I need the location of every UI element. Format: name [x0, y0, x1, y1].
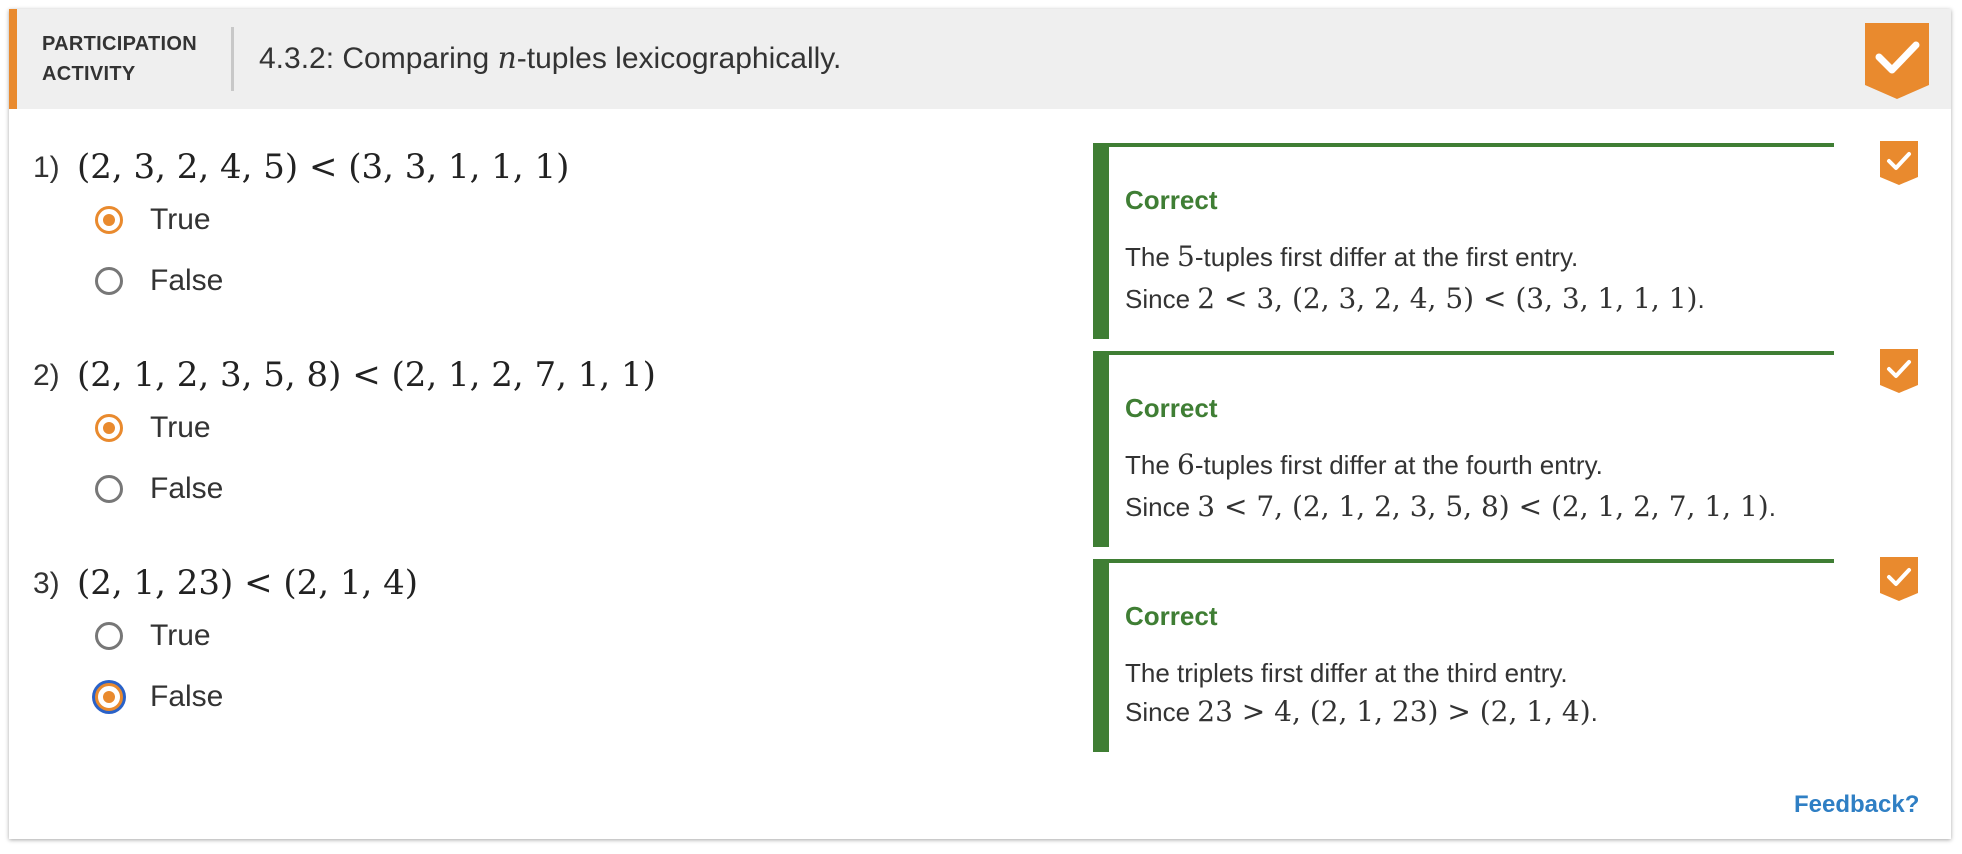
question-number: 1) [33, 151, 60, 184]
option-true[interactable]: True [95, 410, 211, 446]
math-part: 6 [1177, 448, 1195, 481]
text-part: Since [1125, 697, 1198, 727]
option-false[interactable]: False [95, 471, 223, 507]
text-part: The [1125, 450, 1178, 480]
activity-header: PARTICIPATION ACTIVITY 4.3.2: Comparing … [9, 9, 1951, 109]
radio-button[interactable] [95, 414, 123, 442]
question-expression: (2, 1, 2, 3, 5, 8) < (2, 1, 2, 7, 1, 1) [77, 355, 656, 395]
text-part: -tuples first differ at the fourth entry… [1194, 450, 1603, 480]
header-divider [231, 27, 234, 91]
feedback-panel: Correct The 6-tuples first differ at the… [1093, 351, 1834, 547]
activity-type-line1: PARTICIPATION [42, 33, 198, 55]
text-part: The [1125, 242, 1178, 272]
feedback-panel: Correct The 5-tuples first differ at the… [1093, 143, 1834, 339]
activity-title: 4.3.2: Comparing n-tuples lexicographica… [259, 41, 841, 76]
text-part: . [1590, 697, 1598, 727]
option-true[interactable]: True [95, 202, 211, 238]
feedback-panel: Correct The triplets first differ at the… [1093, 559, 1834, 752]
option-label: True [150, 203, 211, 236]
feedback-conclusion: Since 2 < 3, (2, 3, 2, 4, 5) < (3, 3, 1,… [1125, 282, 1705, 315]
radio-button[interactable] [95, 206, 123, 234]
option-label: False [150, 264, 224, 297]
text-part: Since [1125, 284, 1198, 314]
text-part: -tuples first differ at the first entry. [1194, 242, 1579, 272]
feedback-explanation: The 6-tuples first differ at the fourth … [1125, 448, 1603, 481]
text-part: . [1697, 284, 1705, 314]
correct-check-icon [1880, 141, 1918, 185]
option-label: False [150, 472, 224, 505]
text-part: The triplets first differ at the third e… [1125, 658, 1568, 688]
activity-type-label: PARTICIPATION ACTIVITY [42, 29, 197, 89]
feedback-conclusion: Since 23 > 4, (2, 1, 23) > (2, 1, 4). [1125, 695, 1598, 728]
completion-check-icon [1865, 23, 1929, 99]
title-variable: n [497, 41, 517, 76]
option-label: True [150, 619, 211, 652]
radio-button[interactable] [95, 267, 123, 295]
option-true[interactable]: True [95, 618, 211, 654]
feedback-title: Correct [1125, 185, 1218, 215]
feedback-link[interactable]: Feedback? [1794, 791, 1919, 819]
participation-activity-card: PARTICIPATION ACTIVITY 4.3.2: Comparing … [9, 9, 1951, 839]
radio-button[interactable] [95, 475, 123, 503]
radio-button[interactable] [95, 683, 123, 711]
math-part: 23 > 4, (2, 1, 23) > (2, 1, 4) [1197, 695, 1591, 728]
text-part: . [1768, 492, 1776, 522]
math-part: 5 [1177, 240, 1195, 273]
question-expression: (2, 3, 2, 4, 5) < (3, 3, 1, 1, 1) [77, 147, 570, 187]
option-label: False [150, 680, 224, 713]
correct-check-icon [1880, 349, 1918, 393]
activity-type-line2: ACTIVITY [42, 63, 136, 85]
math-part: 2 < 3, (2, 3, 2, 4, 5) < (3, 3, 1, 1, 1) [1197, 282, 1698, 315]
option-label: True [150, 411, 211, 444]
feedback-explanation: The 5-tuples first differ at the first e… [1125, 240, 1578, 273]
question-expression: (2, 1, 23) < (2, 1, 4) [77, 563, 419, 603]
feedback-title: Correct [1125, 393, 1218, 423]
option-false[interactable]: False [95, 679, 223, 715]
feedback-title: Correct [1125, 601, 1218, 631]
question-number: 3) [33, 567, 60, 600]
correct-check-icon [1880, 557, 1918, 601]
title-suffix: -tuples lexicographically. [516, 42, 842, 75]
text-part: Since [1125, 492, 1198, 522]
question-number: 2) [33, 359, 60, 392]
option-false[interactable]: False [95, 263, 223, 299]
radio-button[interactable] [95, 622, 123, 650]
feedback-explanation: The triplets first differ at the third e… [1125, 656, 1568, 689]
math-part: 3 < 7, (2, 1, 2, 3, 5, 8) < (2, 1, 2, 7,… [1197, 490, 1769, 523]
title-prefix: 4.3.2: Comparing [259, 42, 498, 75]
feedback-conclusion: Since 3 < 7, (2, 1, 2, 3, 5, 8) < (2, 1,… [1125, 490, 1776, 523]
